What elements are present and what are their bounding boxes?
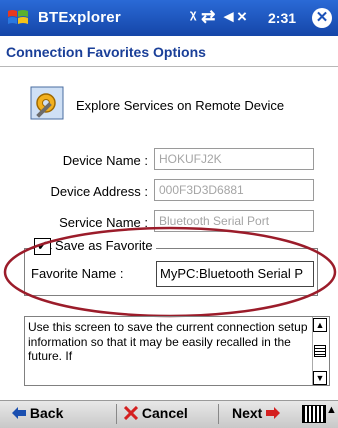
title-bar: BTExplorer ᵡ ⇄ ◄× 2:31 ✕ xyxy=(0,0,338,36)
connectivity-volume-icon[interactable]: ᵡ ⇄ ◄× xyxy=(190,7,247,27)
app-title: BTExplorer xyxy=(38,9,121,26)
close-button[interactable]: ✕ xyxy=(312,8,332,28)
device-address-label: Device Address : xyxy=(50,184,148,199)
scroll-thumb[interactable] xyxy=(314,345,326,357)
service-gear-wrench-icon xyxy=(30,86,64,120)
device-name-label: Device Name : xyxy=(62,153,148,168)
highlight-ellipse xyxy=(3,226,337,318)
device-address-field[interactable]: 000F3D3D6881 xyxy=(154,179,314,201)
next-button[interactable]: Next xyxy=(232,405,281,421)
windows-start-icon[interactable] xyxy=(6,6,30,30)
cancel-label: Cancel xyxy=(141,405,188,421)
heading-divider xyxy=(0,66,338,67)
help-text: Use this screen to save the current conn… xyxy=(28,320,308,363)
back-arrow-icon xyxy=(12,407,26,419)
next-label: Next xyxy=(232,405,263,421)
menu-separator xyxy=(218,404,219,424)
cancel-x-icon xyxy=(123,405,139,421)
back-label: Back xyxy=(29,405,64,421)
scroll-down-button[interactable]: ▼ xyxy=(313,371,327,385)
back-button[interactable]: Back xyxy=(12,405,63,421)
menu-separator xyxy=(116,404,117,424)
cancel-button[interactable]: Cancel xyxy=(123,405,188,421)
device-name-field[interactable]: HOKUFJ2K xyxy=(154,148,314,170)
input-menu-arrow-icon[interactable]: ▲ xyxy=(326,404,337,416)
page-title: Connection Favorites Options xyxy=(6,44,206,60)
keyboard-icon[interactable] xyxy=(302,405,326,423)
service-description: Explore Services on Remote Device xyxy=(76,98,285,113)
next-arrow-icon xyxy=(266,407,281,419)
scroll-up-button[interactable]: ▲ xyxy=(313,318,327,332)
clock[interactable]: 2:31 xyxy=(268,10,296,26)
